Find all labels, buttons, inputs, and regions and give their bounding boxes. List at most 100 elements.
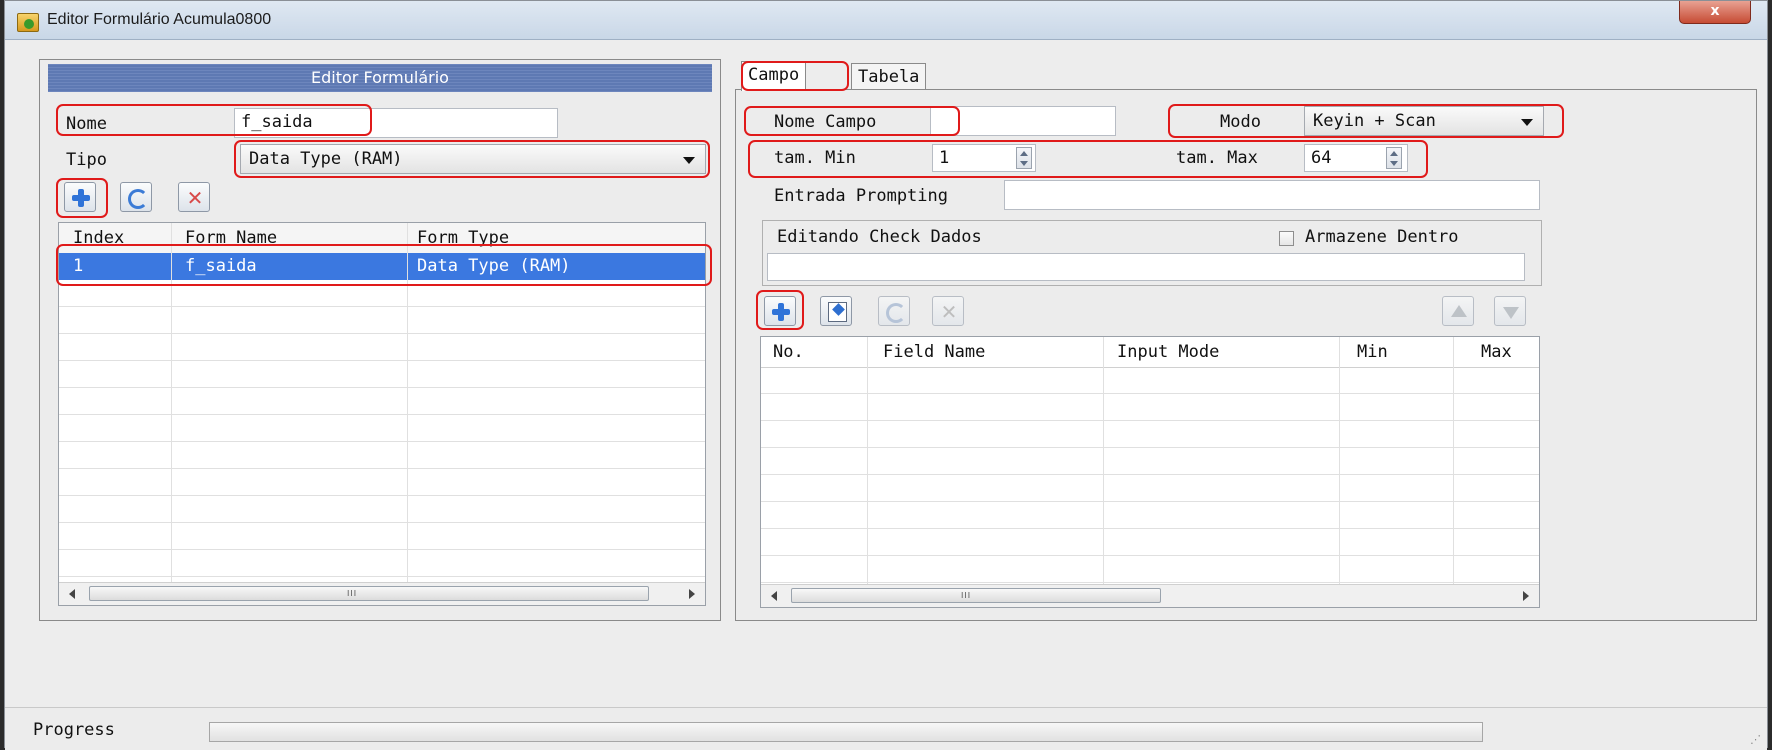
column-header-input-mode[interactable]: Input Mode [1117, 342, 1219, 362]
form-editor-panel: Editor Formulário Nome f_saida Tipo Data… [39, 59, 721, 621]
empty-row [761, 448, 1539, 475]
tipo-select[interactable]: Data Type (RAM) [240, 144, 706, 174]
fields-table[interactable]: No. Field Name Input Mode Min Max III [760, 336, 1540, 608]
column-header-index[interactable]: Index [73, 228, 124, 248]
empty-row [59, 388, 705, 415]
empty-row [59, 361, 705, 388]
nome-input[interactable]: f_saida [234, 108, 558, 138]
table-cell-index: 1 [73, 256, 84, 276]
tam-min-value: 1 [939, 148, 950, 168]
empty-row [761, 475, 1539, 502]
empty-row [59, 496, 705, 523]
empty-row [59, 442, 705, 469]
delete-form-button[interactable]: ✕ [178, 182, 210, 212]
grip-icon: III [347, 589, 358, 598]
title-bar[interactable]: Editor Formulário Acumula0800 x [5, 1, 1767, 40]
empty-row [761, 367, 1539, 394]
scroll-left-icon[interactable] [69, 589, 75, 599]
empty-row [59, 280, 705, 307]
status-bar: Progress ⋰ [5, 707, 1767, 750]
campo-panel: Nome Campo Modo Keyin + Scan tam. Min 1 … [735, 89, 1757, 621]
scroll-left-icon[interactable] [771, 591, 777, 601]
plus-icon [72, 189, 90, 207]
delete-icon: ✕ [940, 300, 958, 324]
size-grip-icon[interactable]: ⋰ [1750, 733, 1761, 746]
empty-row [59, 415, 705, 442]
refresh-icon [128, 189, 148, 209]
modo-label: Modo [1220, 112, 1261, 132]
empty-row [761, 529, 1539, 556]
add-form-button[interactable] [64, 182, 96, 212]
entrada-prompting-input[interactable] [1004, 180, 1540, 210]
nome-campo-input[interactable] [930, 106, 1116, 136]
empty-row [761, 421, 1539, 448]
up-arrow-icon [1451, 305, 1467, 317]
tam-max-spin-buttons[interactable] [1386, 147, 1402, 169]
empty-row [59, 307, 705, 334]
empty-row [761, 556, 1539, 583]
horizontal-scrollbar[interactable]: III [761, 584, 1539, 607]
tab-tabela[interactable]: Tabela [851, 63, 927, 91]
nome-campo-label: Nome Campo [774, 112, 877, 132]
entrada-prompting-label: Entrada Prompting [774, 186, 948, 206]
tipo-label: Tipo [66, 150, 107, 170]
nome-label: Nome [66, 114, 107, 134]
window-title: Editor Formulário Acumula0800 [47, 11, 272, 28]
down-arrow-icon [1503, 307, 1519, 319]
move-up-button[interactable] [1442, 296, 1474, 326]
close-icon: x [1710, 3, 1720, 19]
tam-min-spin-buttons[interactable] [1016, 147, 1032, 169]
table-row[interactable]: 1 f_saida Data Type (RAM) [59, 253, 705, 280]
close-button[interactable]: x [1679, 1, 1751, 24]
check-dados-label: Editando Check Dados [777, 227, 982, 247]
refresh-icon [886, 303, 906, 323]
refresh-form-button[interactable] [120, 182, 152, 212]
chevron-down-icon [1521, 119, 1533, 126]
refresh-field-button[interactable] [878, 296, 910, 326]
tipo-select-value: Data Type (RAM) [249, 149, 403, 169]
edit-icon [828, 302, 847, 322]
modo-select-value: Keyin + Scan [1313, 111, 1436, 131]
table-cell-form-name: f_saida [185, 256, 257, 276]
delete-icon: ✕ [186, 186, 204, 210]
empty-row [761, 394, 1539, 421]
tab-campo[interactable]: Campo [741, 61, 807, 91]
scroll-thumb[interactable] [791, 588, 1161, 603]
empty-row [59, 469, 705, 496]
column-header-form-type[interactable]: Form Type [417, 228, 509, 248]
horizontal-scrollbar[interactable]: III [59, 582, 705, 605]
tam-max-value: 64 [1311, 148, 1332, 168]
check-dados-group: Editando Check Dados Armazene Dentro [762, 220, 1542, 286]
tam-max-label: tam. Max [1176, 148, 1258, 168]
fields-table-header: No. Field Name Input Mode Min Max [761, 337, 1539, 368]
column-header-no[interactable]: No. [773, 342, 804, 362]
grip-icon: III [961, 591, 972, 600]
empty-row [59, 334, 705, 361]
chevron-down-icon [683, 157, 695, 164]
app-icon [17, 13, 39, 32]
scroll-thumb[interactable] [89, 586, 649, 601]
editor-window: Editor Formulário Acumula0800 x Editor F… [4, 0, 1768, 750]
forms-table-header: Index Form Name Form Type [59, 223, 705, 254]
modo-select[interactable]: Keyin + Scan [1304, 106, 1544, 136]
progress-bar [209, 722, 1483, 742]
column-header-max[interactable]: Max [1481, 342, 1512, 362]
column-header-field-name[interactable]: Field Name [883, 342, 985, 362]
progress-label: Progress [33, 720, 115, 740]
move-down-button[interactable] [1494, 296, 1526, 326]
column-header-form-name[interactable]: Form Name [185, 228, 277, 248]
scroll-right-icon[interactable] [689, 589, 695, 599]
delete-field-button[interactable]: ✕ [932, 296, 964, 326]
armazene-checkbox[interactable] [1279, 231, 1294, 246]
edit-field-button[interactable] [820, 296, 852, 326]
scroll-right-icon[interactable] [1523, 591, 1529, 601]
empty-row [59, 550, 705, 577]
forms-table[interactable]: Index Form Name Form Type 1 f_saida Data… [58, 222, 706, 606]
check-dados-input[interactable] [767, 253, 1525, 281]
tam-min-label: tam. Min [774, 148, 856, 168]
empty-row [761, 502, 1539, 529]
table-cell-form-type: Data Type (RAM) [417, 256, 571, 276]
column-header-min[interactable]: Min [1357, 342, 1388, 362]
plus-icon [772, 303, 790, 321]
add-field-button[interactable] [764, 296, 796, 326]
